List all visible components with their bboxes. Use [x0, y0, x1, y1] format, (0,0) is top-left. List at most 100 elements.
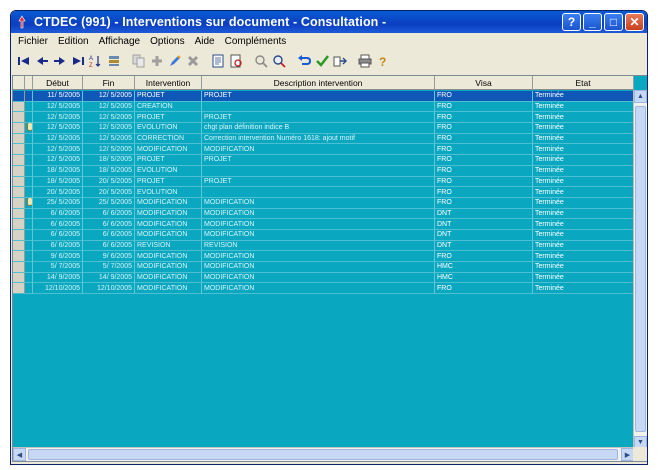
row-indicator[interactable]	[13, 165, 25, 177]
row-indicator[interactable]	[13, 208, 25, 220]
header-etat[interactable]: Etat	[533, 76, 634, 90]
delete-icon[interactable]	[184, 52, 201, 70]
row-indicator[interactable]	[13, 283, 25, 295]
cell-debut: 25/ 5/2005	[33, 197, 83, 209]
table-row[interactable]: 12/ 5/2005 12/ 5/2005 CORRECTION Correction…	[13, 133, 634, 145]
row-indicator[interactable]	[13, 176, 25, 188]
table-row[interactable]: 6/ 6/2005 6/ 6/2005 MODIFICATION MODIFICATI…	[13, 229, 634, 241]
help-button[interactable]: ?	[562, 13, 581, 31]
cell-intervention: MODIFICATION	[135, 197, 202, 209]
table-row[interactable]: 18/ 5/2005 18/ 5/2005 EVOLUTION FRO Terminée	[13, 165, 634, 177]
vertical-scrollbar[interactable]: ▲ ▼	[633, 90, 647, 449]
cell-etat: Terminée	[533, 208, 634, 220]
header-visa[interactable]: Visa	[435, 76, 533, 90]
find-next-icon[interactable]	[270, 52, 287, 70]
svg-text:?: ?	[379, 55, 386, 68]
window-title: CTDEC (991) - Interventions sur document…	[34, 15, 387, 29]
prev-record-icon[interactable]	[33, 52, 50, 70]
row-indicator[interactable]	[13, 155, 25, 166]
table-row[interactable]: 12/ 5/2005 12/ 5/2005 MODIFICATION MODIFICA…	[13, 144, 634, 156]
table-row[interactable]: 12/10/2005 12/10/2005 MODIFICATION MODIFICA…	[13, 283, 634, 295]
table-row[interactable]: 18/ 5/2005 20/ 5/2005 PROJET PROJET FRO Termi…	[13, 176, 634, 188]
last-record-icon[interactable]	[69, 52, 86, 70]
row-indicator[interactable]	[13, 229, 25, 241]
minimize-button[interactable]: _	[583, 13, 602, 31]
header-intervention[interactable]: Intervention	[135, 76, 202, 90]
row-indicator[interactable]	[13, 144, 25, 156]
cell-etat: Terminée	[533, 176, 634, 188]
undo-icon[interactable]	[295, 52, 312, 70]
search-icon[interactable]	[252, 52, 269, 70]
next-record-icon[interactable]	[51, 52, 68, 70]
attachment-cell	[25, 208, 33, 220]
row-indicator[interactable]	[13, 112, 25, 124]
table-row[interactable]: 6/ 6/2005 6/ 6/2005 REVISION REVISION DNT Ter…	[13, 240, 634, 252]
table-row[interactable]: 25/ 5/2005 25/ 5/2005 MODIFICATION MODIFICA…	[13, 197, 634, 209]
export-icon[interactable]	[331, 52, 348, 70]
document-icon[interactable]	[209, 52, 226, 70]
cell-intervention: MODIFICATION	[135, 262, 202, 273]
row-indicator[interactable]	[13, 101, 25, 113]
row-indicator[interactable]	[13, 240, 25, 252]
cell-debut: 12/ 5/2005	[33, 133, 83, 145]
vertical-scroll-thumb[interactable]	[635, 106, 646, 432]
row-indicator[interactable]	[13, 262, 25, 273]
attachment-cell	[25, 123, 33, 134]
row-indicator[interactable]	[13, 197, 25, 209]
header-description[interactable]: Description intervention	[202, 76, 435, 90]
menu-fichier[interactable]: Fichier	[13, 36, 53, 47]
add-icon[interactable]	[148, 52, 165, 70]
validate-icon[interactable]	[313, 52, 330, 70]
close-button[interactable]: ✕	[625, 13, 644, 31]
row-indicator[interactable]	[13, 91, 25, 102]
table-row[interactable]: 12/ 5/2005 12/ 5/2005 PROJET PROJET FRO Termi…	[13, 112, 634, 124]
menu-options[interactable]: Options	[145, 36, 189, 47]
edit-icon[interactable]	[166, 52, 183, 70]
menu-complements[interactable]: Compléments	[220, 36, 292, 47]
print-preview-icon[interactable]	[227, 52, 244, 70]
table-row[interactable]: 6/ 6/2005 6/ 6/2005 MODIFICATION MODIFICATI…	[13, 219, 634, 230]
table-row[interactable]: 9/ 6/2005 9/ 6/2005 MODIFICATION MODIFICATI…	[13, 251, 634, 262]
row-indicator[interactable]	[13, 272, 25, 284]
cell-etat: Terminée	[533, 251, 634, 262]
sort-icon[interactable]: AZ	[87, 52, 104, 70]
cell-description: MODIFICATION	[202, 272, 435, 284]
cell-intervention: MODIFICATION	[135, 229, 202, 241]
print-icon[interactable]	[356, 52, 373, 70]
title-bar[interactable]: CTDEC (991) - Interventions sur document…	[11, 11, 647, 33]
cell-visa: FRO	[435, 133, 533, 145]
table-row[interactable]: 6/ 6/2005 6/ 6/2005 MODIFICATION MODIFICATI…	[13, 208, 634, 220]
table-row[interactable]: 12/ 5/2005 12/ 5/2005 EVOLUTION chgt plan d…	[13, 123, 634, 134]
row-indicator[interactable]	[13, 251, 25, 262]
row-indicator[interactable]	[13, 133, 25, 145]
maximize-button[interactable]: □	[604, 13, 623, 31]
cell-intervention: PROJET	[135, 176, 202, 188]
table-row[interactable]: 14/ 9/2005 14/ 9/2005 MODIFICATION MODIFICA…	[13, 272, 634, 284]
horizontal-scroll-thumb[interactable]	[28, 449, 618, 460]
table-row[interactable]: 12/ 5/2005 12/ 5/2005 CREATION FRO Terminée	[13, 101, 634, 113]
scroll-up-button[interactable]: ▲	[634, 90, 647, 103]
svg-text:Z: Z	[89, 63, 93, 68]
cell-debut: 6/ 6/2005	[33, 229, 83, 241]
copy-icon[interactable]	[130, 52, 147, 70]
menu-affichage[interactable]: Affichage	[94, 36, 146, 47]
table-row[interactable]: 5/ 7/2005 5/ 7/2005 MODIFICATION MODIFICATI…	[13, 262, 634, 273]
filter-icon[interactable]	[105, 52, 122, 70]
scroll-left-button[interactable]: ◀	[13, 448, 26, 461]
row-indicator[interactable]	[13, 187, 25, 198]
horizontal-scrollbar[interactable]: ◀ ▶	[13, 447, 634, 461]
table-row[interactable]: 20/ 5/2005 20/ 5/2005 EVOLUTION FRO Terminée	[13, 187, 634, 198]
table-row[interactable]: 11/ 5/2005 12/ 5/2005 PROJET PROJET FRO Termi…	[13, 91, 634, 102]
first-record-icon[interactable]	[15, 52, 32, 70]
help-icon[interactable]: ?	[374, 52, 391, 70]
row-indicator[interactable]	[13, 123, 25, 134]
menu-edition[interactable]: Edition	[53, 36, 94, 47]
table-row[interactable]: 12/ 5/2005 18/ 5/2005 PROJET PROJET FRO Termi…	[13, 155, 634, 166]
menu-aide[interactable]: Aide	[190, 36, 220, 47]
row-indicator[interactable]	[13, 219, 25, 230]
toolbar: AZ ?	[11, 50, 647, 72]
cell-etat: Terminée	[533, 112, 634, 124]
header-fin[interactable]: Fin	[83, 76, 135, 90]
cell-etat: Terminée	[533, 155, 634, 166]
header-debut[interactable]: Début	[33, 76, 83, 90]
